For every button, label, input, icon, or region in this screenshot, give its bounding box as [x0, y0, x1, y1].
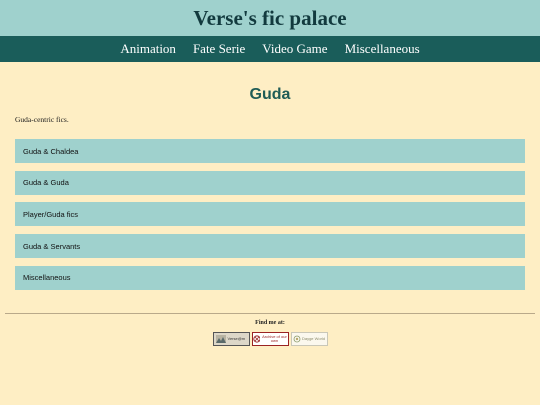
- main-nav: Animation Fate Serie Video Game Miscella…: [0, 36, 540, 62]
- badge-link-versem[interactable]: Verse@m: [212, 332, 250, 346]
- dreamwidth-icon: [293, 335, 301, 343]
- footer-divider: [5, 313, 535, 314]
- badge-link-ao3[interactable]: Archive of our own: [251, 332, 289, 346]
- landscape-icon: [215, 335, 226, 343]
- page-title: Guda: [249, 86, 291, 103]
- badge-text: Dayge World: [301, 335, 326, 341]
- badge-text: Verse@m: [227, 335, 246, 341]
- category-item-guda-servants[interactable]: Guda & Servants: [15, 234, 525, 259]
- site-header: Verse's fic palace: [0, 0, 540, 36]
- social-badges: Verse@m Archive of our own Dayge World: [0, 332, 540, 346]
- page-intro: Guda-centric fics.: [15, 115, 69, 124]
- nav-item-animation[interactable]: Animation: [120, 36, 176, 62]
- badge-link-dreamwidth[interactable]: Dayge World: [290, 332, 328, 346]
- find-me-label: Find me at:: [255, 320, 285, 326]
- ao3-logo-icon: [252, 335, 261, 343]
- category-label: Miscellaneous: [23, 273, 71, 283]
- category-label: Guda & Guda: [23, 178, 69, 188]
- badge-text: Archive of our own: [262, 333, 287, 343]
- nav-item-video-game[interactable]: Video Game: [262, 36, 327, 62]
- category-item-miscellaneous[interactable]: Miscellaneous: [15, 265, 525, 290]
- category-label: Guda & Servants: [23, 241, 81, 251]
- nav-item-fate-serie[interactable]: Fate Serie: [193, 36, 245, 62]
- nav-item-miscellaneous[interactable]: Miscellaneous: [345, 36, 420, 62]
- category-list: Guda & Chaldea Guda & Guda Player/Guda f…: [15, 139, 525, 297]
- category-label: Guda & Chaldea: [23, 146, 79, 156]
- site-title[interactable]: Verse's fic palace: [0, 0, 540, 36]
- category-label: Player/Guda fics: [23, 209, 79, 219]
- category-item-guda-chaldea[interactable]: Guda & Chaldea: [15, 139, 525, 163]
- category-item-guda-guda[interactable]: Guda & Guda: [15, 170, 525, 195]
- category-item-player-guda[interactable]: Player/Guda fics: [15, 202, 525, 227]
